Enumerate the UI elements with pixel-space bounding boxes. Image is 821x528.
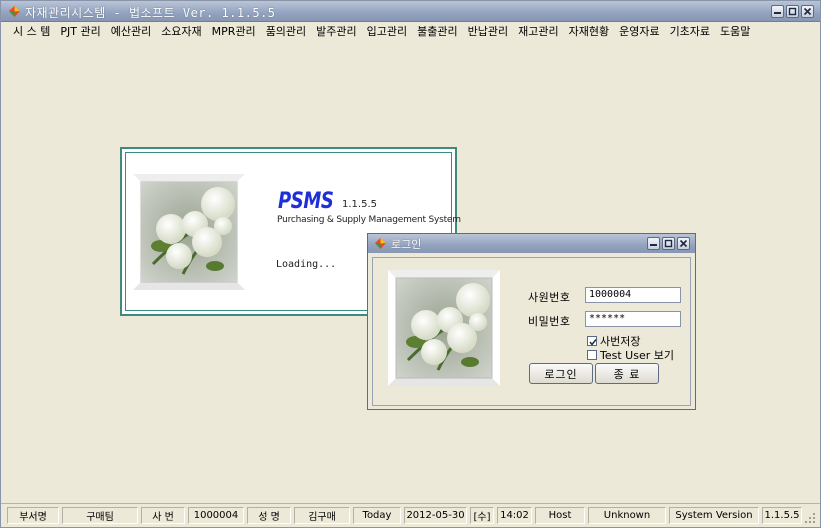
status-date: 2012-05-30 bbox=[404, 507, 467, 524]
menu-return[interactable]: 반납관리 bbox=[468, 23, 508, 40]
menu-order[interactable]: 발주관리 bbox=[316, 23, 356, 40]
login-dialog: 로그인 사원번호 1000004 비밀번호 ****** 사번저장 Test U… bbox=[367, 233, 696, 410]
status-dept-value: 구매팀 bbox=[62, 507, 138, 524]
status-name-label: 성 명 bbox=[247, 507, 291, 524]
login-title: 로그인 bbox=[391, 238, 422, 251]
checkmark-icon bbox=[589, 339, 597, 346]
menu-operation-data[interactable]: 운영자료 bbox=[619, 23, 659, 40]
password-label: 비밀번호 bbox=[528, 315, 571, 328]
status-time: 14:02 bbox=[497, 507, 532, 524]
test-user-label: Test User 보기 bbox=[600, 349, 674, 362]
minimize-button[interactable] bbox=[771, 5, 784, 18]
maximize-button[interactable] bbox=[786, 5, 799, 18]
close-button[interactable] bbox=[801, 5, 814, 18]
window-title: 자재관리시스템 - 법소프트 Ver. 1.1.5.5 bbox=[25, 6, 276, 20]
resize-grip-icon[interactable] bbox=[804, 512, 816, 524]
close-icon bbox=[803, 7, 812, 16]
menu-material-status[interactable]: 자재현황 bbox=[569, 23, 609, 40]
minimize-icon bbox=[650, 244, 657, 246]
employee-number-input[interactable]: 1000004 bbox=[585, 287, 681, 303]
status-emp-label: 사 번 bbox=[141, 507, 185, 524]
status-name-value: 김구매 bbox=[294, 507, 350, 524]
login-body: 사원번호 1000004 비밀번호 ****** 사번저장 Test User … bbox=[372, 257, 691, 406]
status-today-label: Today bbox=[353, 507, 401, 524]
test-user-checkbox[interactable] bbox=[587, 350, 597, 360]
menu-pjt[interactable]: PJT 관리 bbox=[60, 23, 100, 40]
main-window: 자재관리시스템 - 법소프트 Ver. 1.1.5.5 시 스 템 PJT 관리… bbox=[0, 0, 821, 528]
menu-base-data[interactable]: 기초자료 bbox=[670, 23, 710, 40]
status-weekday: [수] bbox=[470, 507, 494, 524]
menu-bar: 시 스 템 PJT 관리 예산관리 소요자재 MPR관리 품의관리 발주관리 입… bbox=[1, 22, 820, 41]
menu-system[interactable]: 시 스 템 bbox=[13, 23, 50, 40]
employee-number-label: 사원번호 bbox=[528, 291, 571, 304]
exit-button[interactable]: 종 료 bbox=[595, 363, 659, 384]
minimize-icon bbox=[774, 12, 781, 14]
splash-version: 1.1.5.5 bbox=[342, 199, 377, 210]
login-title-bar[interactable]: 로그인 bbox=[368, 234, 695, 253]
status-version-value: 1.1.5.5 bbox=[762, 507, 802, 524]
login-flower-image bbox=[388, 270, 500, 386]
title-bar[interactable]: 자재관리시스템 - 법소프트 Ver. 1.1.5.5 bbox=[1, 1, 820, 22]
menu-receiving[interactable]: 입고관리 bbox=[367, 23, 407, 40]
login-button[interactable]: 로그인 bbox=[529, 363, 593, 384]
maximize-icon bbox=[664, 239, 673, 248]
maximize-icon bbox=[788, 7, 797, 16]
menu-required-material[interactable]: 소요자재 bbox=[161, 23, 201, 40]
status-version-label: System Version bbox=[669, 507, 759, 524]
menu-requisition[interactable]: 품의관리 bbox=[266, 23, 306, 40]
app-logo-icon bbox=[9, 6, 20, 17]
login-maximize-button[interactable] bbox=[662, 237, 675, 250]
status-host-label: Host bbox=[535, 507, 585, 524]
login-minimize-button[interactable] bbox=[647, 237, 660, 250]
psms-logo: PSMS bbox=[278, 189, 334, 214]
flower-image bbox=[133, 174, 245, 290]
login-close-button[interactable] bbox=[677, 237, 690, 250]
menu-mpr[interactable]: MPR관리 bbox=[212, 23, 256, 40]
password-input[interactable]: ****** bbox=[585, 311, 681, 327]
loading-text: Loading... bbox=[276, 259, 337, 270]
splash-subtitle: Purchasing & Supply Management System bbox=[277, 215, 461, 225]
menu-issue[interactable]: 불출관리 bbox=[417, 23, 457, 40]
app-logo-icon bbox=[375, 238, 386, 249]
status-host-value: Unknown bbox=[588, 507, 666, 524]
status-emp-value: 1000004 bbox=[188, 507, 244, 524]
menu-inventory[interactable]: 재고관리 bbox=[518, 23, 558, 40]
save-id-checkbox[interactable] bbox=[587, 336, 597, 346]
test-user-checkbox-row[interactable]: Test User 보기 bbox=[587, 347, 674, 363]
close-icon bbox=[679, 239, 688, 248]
menu-budget[interactable]: 예산관리 bbox=[111, 23, 151, 40]
status-bar: 부서명 구매팀 사 번 1000004 성 명 김구매 Today 2012-0… bbox=[1, 503, 820, 527]
status-dept-label: 부서명 bbox=[7, 507, 59, 524]
menu-help[interactable]: 도움말 bbox=[720, 23, 750, 40]
